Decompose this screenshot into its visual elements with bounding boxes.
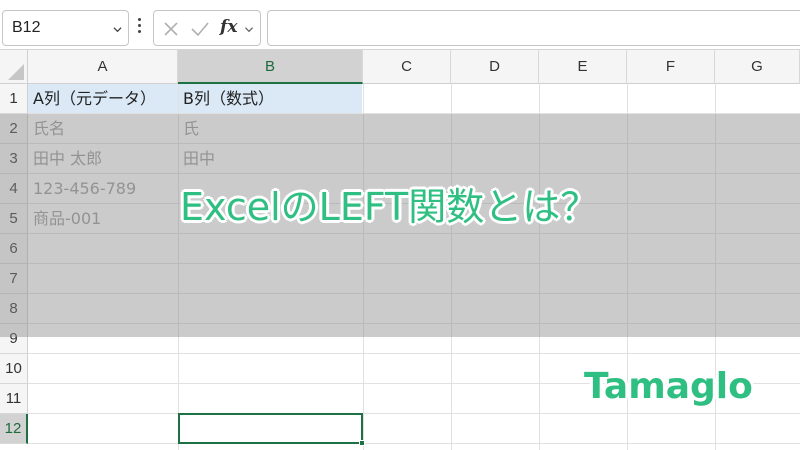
cell-a1[interactable]: A列（元データ） [33,84,156,114]
gridline [28,443,800,444]
name-box-value: B12 [12,19,41,36]
formula-controls: fx [153,10,261,46]
column-header-d[interactable]: D [451,50,539,84]
cancel-icon[interactable] [162,20,180,38]
column-header-a[interactable]: A [28,50,178,84]
formula-bar: B12 fx [0,0,800,50]
column-header-e[interactable]: E [539,50,627,84]
fill-handle[interactable] [359,440,365,446]
brand-logo: Tamaglo [584,366,753,407]
gridline [28,353,800,354]
chevron-down-icon[interactable] [244,25,254,34]
check-icon[interactable] [190,20,210,38]
more-options-icon[interactable] [138,18,142,34]
active-cell-b12[interactable] [178,413,363,444]
chevron-down-icon[interactable] [113,25,122,34]
row-header-1[interactable]: 1 [0,84,28,114]
cell-b1[interactable]: B列（数式） [183,84,274,114]
column-header-b[interactable]: B [178,50,363,84]
gridline [28,413,800,414]
row-header-12[interactable]: 12 [0,414,28,444]
insert-function-button[interactable]: fx [220,17,237,37]
formula-input[interactable] [267,10,800,46]
headline-title: ExcelのLEFT関数とは？ [180,185,599,229]
select-all-button[interactable] [0,50,28,84]
column-header-g[interactable]: G [715,50,800,84]
name-box[interactable]: B12 [2,10,129,46]
column-header-c[interactable]: C [363,50,451,84]
row-header-11[interactable]: 11 [0,384,28,414]
row-header-10[interactable]: 10 [0,354,28,384]
column-header-f[interactable]: F [627,50,715,84]
